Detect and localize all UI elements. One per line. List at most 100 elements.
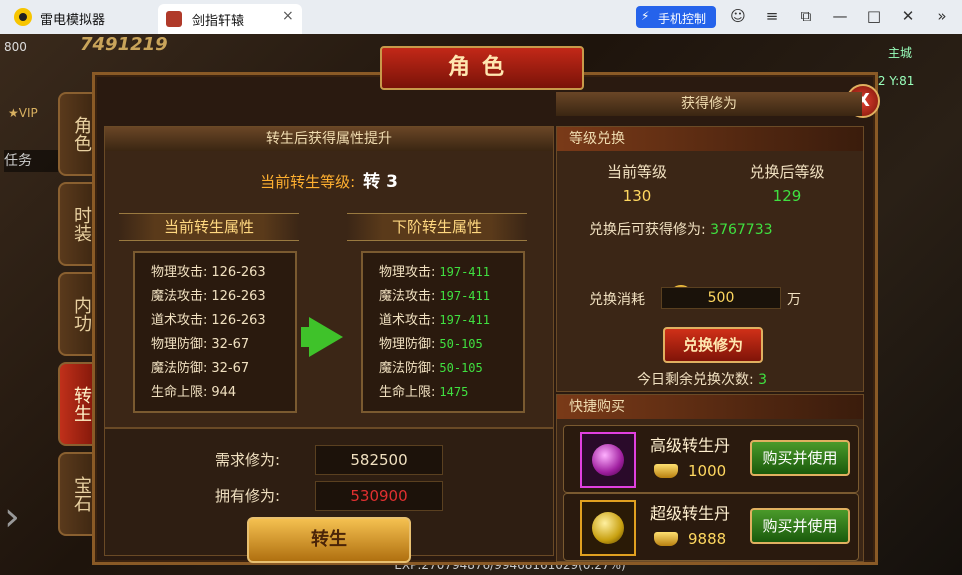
- attr-label: 生命上限:: [151, 385, 208, 400]
- cost-unit: 万: [787, 292, 801, 308]
- minimize-icon[interactable]: —: [830, 7, 850, 25]
- phone-control-button[interactable]: ⚡ 手机控制: [636, 6, 716, 28]
- attr-value: 126-263: [211, 265, 266, 280]
- attr-row: 物理防御: 32-67: [151, 333, 249, 352]
- buy-and-use-button[interactable]: 购买并使用: [750, 440, 850, 476]
- vip-label: VIP: [18, 106, 38, 120]
- level-exchange-title: 等级兑换: [557, 127, 863, 151]
- attr-value: 50-105: [439, 337, 483, 351]
- attr-row: 道术攻击: 126-263: [151, 309, 266, 328]
- gold-ingot-icon: [654, 532, 678, 546]
- phone-control-label: 手机控制: [658, 12, 707, 26]
- owned-cultivation-value: 530900: [315, 481, 443, 511]
- current-level-value: 130: [622, 187, 652, 205]
- attr-value: 126-263: [211, 289, 266, 304]
- buy-and-use-button[interactable]: 购买并使用: [750, 508, 850, 544]
- remaining-exchanges: 今日剩余兑换次数: 3: [637, 369, 767, 389]
- attr-row: 道术攻击: 197-411: [379, 309, 490, 328]
- after-level-label: 兑换后等级: [749, 163, 825, 181]
- attr-value: 32-67: [211, 361, 250, 376]
- combat-power: 7491219: [80, 34, 168, 55]
- task-button[interactable]: 任务: [4, 150, 58, 172]
- gold-ingot-icon: [654, 464, 678, 478]
- current-level-label: 当前等级: [606, 163, 667, 181]
- current-attr-header: 当前转生属性: [119, 213, 299, 241]
- cost-label: 兑换消耗: [589, 292, 645, 308]
- item-price: 1000: [688, 462, 727, 480]
- current-rebirth-level-label: 当前转生等级:: [260, 173, 356, 191]
- level-exchange-section: 等级兑换 当前等级 130 兑换后等级 129 兑换后可获得修为: 376773…: [556, 126, 864, 392]
- lightning-icon: ⚡: [641, 9, 650, 23]
- close-window-icon[interactable]: ✕: [898, 7, 918, 25]
- expand-sidebar-icon[interactable]: »: [932, 7, 952, 25]
- attr-value: 126-263: [211, 313, 266, 328]
- shop-item: 超级转生丹 9888 购买并使用: [563, 493, 859, 561]
- attr-row: 魔法防御: 32-67: [151, 357, 249, 376]
- attr-label: 道术攻击:: [379, 313, 436, 328]
- popout-icon[interactable]: ⧉: [796, 7, 816, 25]
- emulator-name: 雷电模拟器: [40, 13, 106, 28]
- remaining-exchanges-value: 3: [758, 372, 768, 388]
- attr-label: 生命上限:: [379, 385, 436, 400]
- rebirth-attributes-section: 转生后获得属性提升 当前转生等级: 转 3 当前转生属性 下阶转生属性 物理攻击:…: [104, 126, 554, 428]
- game-tab-label: 剑指轩辕: [192, 14, 245, 29]
- item-name: 超级转生丹: [650, 504, 731, 523]
- attr-value: 197-411: [439, 265, 490, 279]
- tab-close-icon[interactable]: ×: [282, 8, 294, 24]
- attr-label: 魔法攻击:: [379, 289, 436, 304]
- super-rebirth-pill-icon[interactable]: [580, 500, 636, 556]
- account-icon[interactable]: ☺: [728, 7, 748, 25]
- attr-row: 魔法攻击: 197-411: [379, 285, 490, 304]
- required-cultivation-value: 582500: [315, 445, 443, 475]
- after-level-value: 129: [772, 187, 802, 205]
- attr-row: 物理攻击: 126-263: [151, 261, 266, 280]
- attr-label: 物理防御:: [379, 337, 436, 352]
- gold-orb-icon: [592, 512, 624, 544]
- attr-label: 魔法防御:: [379, 361, 436, 376]
- panel-title: 角色: [380, 46, 584, 90]
- attr-row: 魔法攻击: 126-263: [151, 285, 266, 304]
- quick-buy-title: 快捷购买: [557, 395, 863, 419]
- item-price: 9888: [688, 530, 727, 548]
- game-tab[interactable]: 剑指轩辕 ×: [158, 4, 302, 34]
- purple-orb-icon: [592, 444, 624, 476]
- attr-row: 生命上限: 1475: [379, 381, 468, 400]
- remaining-exchanges-label: 今日剩余兑换次数:: [637, 372, 754, 388]
- attr-row: 魔法防御: 50-105: [379, 357, 483, 376]
- item-name: 高级转生丹: [650, 436, 731, 455]
- vip-badge[interactable]: ★VIP: [8, 106, 38, 120]
- next-attr-header: 下阶转生属性: [347, 213, 527, 241]
- cost-value: 500: [661, 287, 781, 309]
- owned-cultivation-label: 拥有修为:: [215, 487, 281, 505]
- map-name: 主城: [888, 46, 913, 60]
- attr-row: 生命上限: 944: [151, 381, 236, 400]
- expand-arrow-icon[interactable]: ›: [4, 494, 38, 554]
- gain-cultivation-value: 3767733: [710, 222, 773, 238]
- attr-value: 32-67: [211, 337, 250, 352]
- exchange-cultivation-button[interactable]: 兑换修为: [663, 327, 763, 363]
- game-viewport: 800 7491219 ★VIP 任务 主城 X:72 Y:81 › EXP:2…: [0, 34, 962, 575]
- attr-label: 物理防御:: [151, 337, 208, 352]
- attr-value: 944: [211, 385, 237, 400]
- quick-buy-section: 快捷购买 高级转生丹 1000 购买并使用 超级转生丹 9888 购买并使用: [556, 394, 864, 562]
- maximize-icon[interactable]: □: [864, 7, 884, 25]
- attr-label: 魔法防御:: [151, 361, 208, 376]
- player-level-tag: 800: [4, 40, 27, 54]
- shop-item: 高级转生丹 1000 购买并使用: [563, 425, 859, 493]
- rebirth-button[interactable]: 转生: [247, 517, 411, 563]
- rebirth-requirement-section: 需求修为: 582500 拥有修为: 530900 转生: [104, 428, 554, 563]
- emulator-titlebar: 雷电模拟器 剑指轩辕 × ⚡ 手机控制 ☺ ≡ ⧉ — □ ✕ »: [0, 0, 962, 34]
- current-rebirth-level-value: 转 3: [363, 172, 398, 192]
- menu-icon[interactable]: ≡: [762, 7, 782, 25]
- obtain-header: 获得修为: [556, 92, 862, 116]
- attr-label: 魔法攻击:: [151, 289, 208, 304]
- attr-label: 物理攻击:: [379, 265, 436, 280]
- next-attr-list: 物理攻击: 197-411 魔法攻击: 197-411 道术攻击: 197-411 物…: [361, 251, 525, 413]
- advanced-rebirth-pill-icon[interactable]: [580, 432, 636, 488]
- current-attr-list: 物理攻击: 126-263 魔法攻击: 126-263 道术攻击: 126-263 物…: [133, 251, 297, 413]
- attr-value: 1475: [439, 385, 469, 399]
- attr-row: 物理攻击: 197-411: [379, 261, 490, 280]
- gain-cultivation: 兑换后可获得修为: 3767733: [589, 219, 773, 239]
- attr-row: 物理防御: 50-105: [379, 333, 483, 352]
- required-cultivation-label: 需求修为:: [215, 451, 281, 469]
